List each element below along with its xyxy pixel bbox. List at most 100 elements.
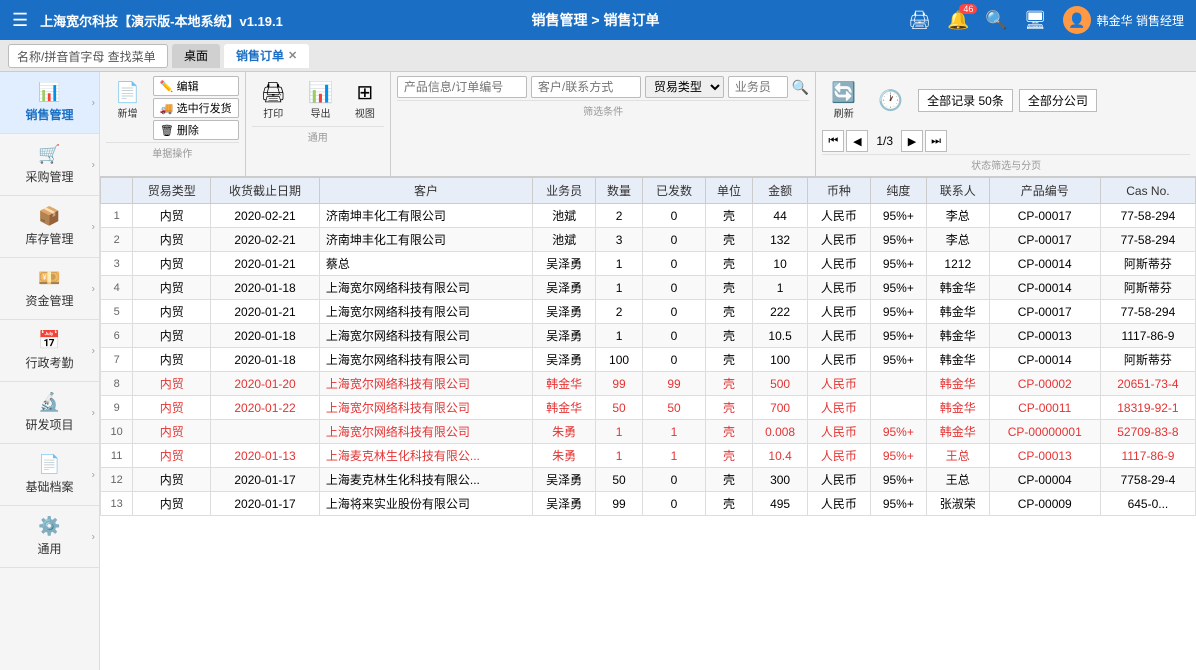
sales-icon: 📊	[38, 82, 60, 103]
tab-home[interactable]: 桌面	[172, 44, 220, 68]
col-unit: 单位	[705, 178, 752, 204]
export-button[interactable]: 📊 导出	[299, 76, 342, 124]
cell-salesperson: 吴泽勇	[533, 324, 596, 348]
sidebar-item-purchase[interactable]: 🛒 采购管理 ›	[0, 134, 99, 196]
app-title: 上海宽尔科技【演示版-本地系统】v1.19.1	[40, 11, 283, 30]
cell-amount: 10.5	[753, 324, 808, 348]
salesperson-search-icon[interactable]: 🔍	[792, 79, 809, 96]
table-row[interactable]: 9 内贸 2020-01-22 上海宽尔网络科技有限公司 韩金华 50 50 壳…	[101, 396, 1196, 420]
cell-num: 2	[101, 228, 133, 252]
cell-customer: 上海宽尔网络科技有限公司	[319, 420, 532, 444]
cell-cas: 阿斯蒂芬	[1100, 276, 1195, 300]
sidebar-item-archive[interactable]: 📄 基础档案 ›	[0, 444, 99, 506]
rd-icon: 🔬	[38, 392, 60, 413]
sidebar-item-sales[interactable]: 📊 销售管理 ›	[0, 72, 99, 134]
table-row[interactable]: 5 内贸 2020-01-21 上海宽尔网络科技有限公司 吴泽勇 2 0 壳 2…	[101, 300, 1196, 324]
col-shipped: 已发数	[643, 178, 706, 204]
delete-button[interactable]: 🗑 删除	[153, 120, 239, 140]
history-button[interactable]: 🕐	[869, 84, 912, 117]
sidebar-item-hr[interactable]: 📅 行政考勤 ›	[0, 320, 99, 382]
last-page-button[interactable]: ⏭	[925, 130, 947, 152]
cell-salesperson: 朱勇	[533, 444, 596, 468]
new-label: 新增	[117, 105, 137, 120]
sidebar-item-finance[interactable]: 💴 资金管理 ›	[0, 258, 99, 320]
cell-num: 7	[101, 348, 133, 372]
table-row[interactable]: 2 内贸 2020-02-21 济南坤丰化工有限公司 池斌 3 0 壳 132 …	[101, 228, 1196, 252]
company-filter[interactable]: 全部分公司	[1019, 89, 1097, 112]
refresh-button[interactable]: 🔄 刷新	[822, 76, 865, 124]
salesperson-filter-input[interactable]	[728, 76, 788, 98]
cell-customer: 上海宽尔网络科技有限公司	[319, 396, 532, 420]
table-row[interactable]: 4 内贸 2020-01-18 上海宽尔网络科技有限公司 吴泽勇 1 0 壳 1…	[101, 276, 1196, 300]
ship-button[interactable]: 🚚 选中行发货	[153, 98, 239, 118]
cell-unit: 壳	[705, 372, 752, 396]
edit-button[interactable]: ✏️ 编辑	[153, 76, 239, 96]
hamburger-icon[interactable]: ☰	[12, 10, 28, 31]
sidebar-arrow-purchase: ›	[92, 159, 95, 170]
cell-date: 2020-01-17	[211, 468, 320, 492]
cell-purity: 95%+	[870, 444, 926, 468]
print-icon[interactable]: 🖨	[908, 10, 931, 31]
cell-contact: 韩金华	[926, 372, 989, 396]
new-button[interactable]: 📄 新增	[106, 76, 149, 124]
notification-badge: 46	[959, 4, 977, 14]
tab-search[interactable]: 名称/拼音首字母 查找菜单	[8, 44, 168, 68]
cell-num: 1	[101, 204, 133, 228]
status-section-label: 状态筛选与分页	[822, 154, 1190, 172]
search-icon[interactable]: 🔍	[985, 10, 1007, 31]
sidebar-arrow-inventory: ›	[92, 221, 95, 232]
cell-salesperson: 朱勇	[533, 420, 596, 444]
cell-shipped: 0	[643, 468, 706, 492]
cell-cas: 77-58-294	[1100, 228, 1195, 252]
sidebar-item-general[interactable]: ⚙️ 通用 ›	[0, 506, 99, 568]
monitor-icon[interactable]: 🖥	[1024, 10, 1047, 31]
toolbar-group-filters: 贸易类型 🔍 筛选条件	[391, 72, 816, 176]
cell-product-no: CP-00013	[989, 444, 1100, 468]
col-trade: 贸易类型	[133, 178, 211, 204]
cell-trade: 内贸	[133, 468, 211, 492]
cell-cas: 77-58-294	[1100, 300, 1195, 324]
view-button[interactable]: ⊞ 视图	[346, 76, 384, 124]
cell-trade: 内贸	[133, 252, 211, 276]
table-row[interactable]: 1 内贸 2020-02-21 济南坤丰化工有限公司 池斌 2 0 壳 44 人…	[101, 204, 1196, 228]
table-row[interactable]: 7 内贸 2020-01-18 上海宽尔网络科技有限公司 吴泽勇 100 0 壳…	[101, 348, 1196, 372]
next-page-button[interactable]: ▶	[901, 130, 923, 152]
cell-amount: 300	[753, 468, 808, 492]
first-page-button[interactable]: ⏮	[822, 130, 844, 152]
tab-current[interactable]: 销售订单 ✕	[224, 44, 309, 68]
general-icon: ⚙️	[38, 516, 60, 537]
cell-qty: 1	[595, 324, 642, 348]
product-filter-input[interactable]	[397, 76, 527, 98]
prev-page-button[interactable]: ◀	[846, 130, 868, 152]
table-row[interactable]: 8 内贸 2020-01-20 上海宽尔网络科技有限公司 韩金华 99 99 壳…	[101, 372, 1196, 396]
refresh-label: 刷新	[834, 105, 854, 120]
tab-close-icon[interactable]: ✕	[288, 48, 297, 64]
purchase-icon: 🛒	[38, 144, 60, 165]
cell-customer: 济南坤丰化工有限公司	[319, 204, 532, 228]
cell-cas: 1117-86-9	[1100, 444, 1195, 468]
bell-icon[interactable]: 🔔 46	[947, 10, 969, 31]
table-row[interactable]: 6 内贸 2020-01-18 上海宽尔网络科技有限公司 吴泽勇 1 0 壳 1…	[101, 324, 1196, 348]
cell-shipped: 0	[643, 228, 706, 252]
user-name: 韩金华 销售经理	[1097, 12, 1184, 29]
table-row[interactable]: 10 内贸 上海宽尔网络科技有限公司 朱勇 1 1 壳 0.008 人民币 95…	[101, 420, 1196, 444]
table-row[interactable]: 11 内贸 2020-01-13 上海麦克林生化科技有限公... 朱勇 1 1 …	[101, 444, 1196, 468]
table-row[interactable]: 3 内贸 2020-01-21 蔡总 吴泽勇 1 0 壳 10 人民币 95%+…	[101, 252, 1196, 276]
trade-type-select[interactable]: 贸易类型	[645, 76, 724, 98]
history-icon: 🕐	[878, 88, 903, 113]
print-toolbar-button[interactable]: 🖨 打印	[252, 76, 295, 124]
user-info[interactable]: 👤 韩金华 销售经理	[1063, 6, 1184, 34]
hr-icon: 📅	[38, 330, 60, 351]
cell-customer: 上海宽尔网络科技有限公司	[319, 324, 532, 348]
cell-qty: 1	[595, 420, 642, 444]
sidebar-item-inventory[interactable]: 📦 库存管理 ›	[0, 196, 99, 258]
cell-num: 9	[101, 396, 133, 420]
cell-shipped: 0	[643, 492, 706, 516]
cell-currency: 人民币	[808, 444, 871, 468]
table-row[interactable]: 12 内贸 2020-01-17 上海麦克林生化科技有限公... 吴泽勇 50 …	[101, 468, 1196, 492]
cell-currency: 人民币	[808, 228, 871, 252]
customer-filter-input[interactable]	[531, 76, 641, 98]
doc-ops-btns: 📄 新增 ✏️ 编辑 🚚 选中行发货 🗑	[106, 76, 239, 140]
table-row[interactable]: 13 内贸 2020-01-17 上海将来实业股份有限公司 吴泽勇 99 0 壳…	[101, 492, 1196, 516]
sidebar-item-rd[interactable]: 🔬 研发项目 ›	[0, 382, 99, 444]
